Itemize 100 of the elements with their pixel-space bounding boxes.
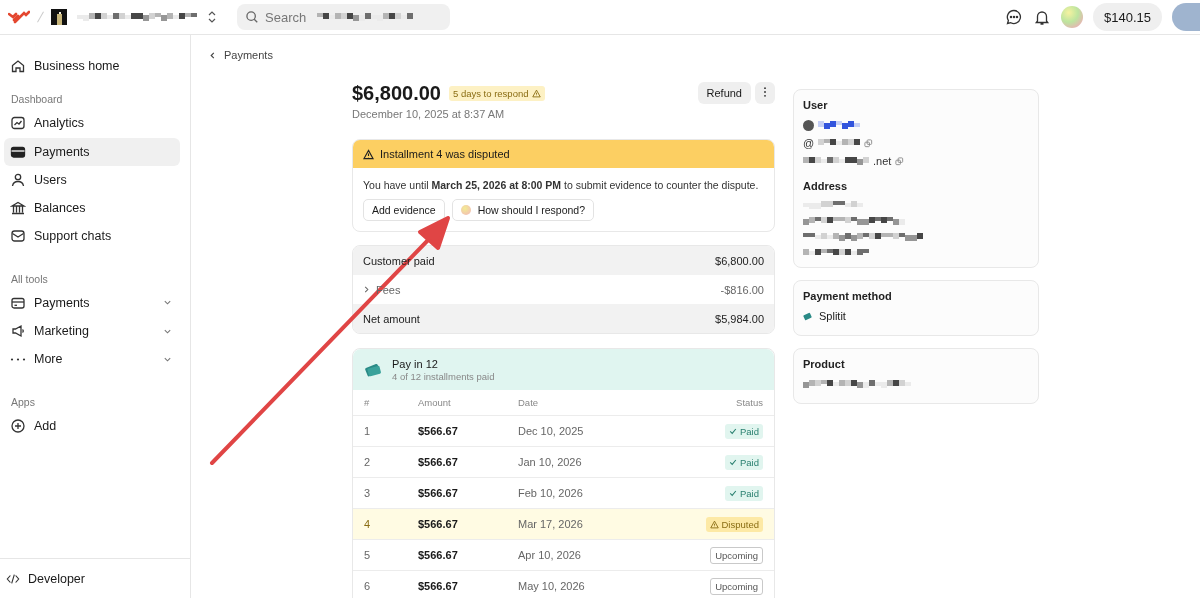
card-title: Product bbox=[803, 358, 846, 370]
sidebar-item[interactable]: Marketing bbox=[4, 317, 180, 346]
organization-icon[interactable] bbox=[51, 9, 67, 25]
copy-icon[interactable] bbox=[864, 138, 874, 148]
sidebar-item[interactable]: More bbox=[4, 345, 180, 374]
dispute-title: Installment 4 was disputed bbox=[380, 148, 510, 160]
sidebar-item[interactable]: Add bbox=[4, 411, 180, 440]
copy-icon[interactable] bbox=[895, 156, 905, 166]
search-bar[interactable]: Search bbox=[237, 4, 450, 30]
search-field[interactable]: Search bbox=[265, 9, 311, 25]
redacted-drawing bbox=[803, 201, 863, 209]
status-badge: Upcoming bbox=[710, 546, 763, 564]
response-badge: 5 days to respond bbox=[449, 86, 545, 101]
table-cell-text: 3 bbox=[364, 487, 372, 499]
sidebar-item[interactable]: Payments bbox=[4, 288, 180, 317]
summary-value: $5,984.00 bbox=[715, 312, 764, 325]
table-cell-text: 4 bbox=[364, 518, 372, 530]
warning-icon bbox=[363, 148, 374, 160]
card-title: User bbox=[803, 99, 829, 111]
table-cell-text: $566.67 bbox=[418, 549, 459, 561]
assistant-icon bbox=[460, 205, 471, 215]
status-badge: Paid bbox=[725, 485, 763, 501]
card-title: Payment method bbox=[803, 290, 893, 302]
chat-icon[interactable] bbox=[1005, 8, 1023, 26]
card-icon bbox=[364, 361, 382, 378]
table-cell-text: $566.67 bbox=[418, 580, 459, 592]
section-title: All tools bbox=[10, 271, 49, 287]
table-cell-text: 5 bbox=[364, 549, 372, 561]
redacted-drawing bbox=[803, 157, 869, 165]
search-icon bbox=[245, 10, 259, 24]
table-cell-text: $566.67 bbox=[418, 456, 459, 468]
chevron-right-icon bbox=[363, 285, 370, 294]
table-cell-text: 6 bbox=[364, 580, 372, 592]
redacted-drawing bbox=[818, 139, 861, 147]
warning-icon bbox=[709, 519, 719, 529]
table-cell-text: $566.67 bbox=[418, 425, 459, 437]
card-icon bbox=[803, 311, 812, 321]
check-icon bbox=[729, 458, 737, 466]
sidebar-item[interactable]: Support chats bbox=[4, 222, 180, 251]
column-header: Date bbox=[518, 397, 540, 408]
table-cell-text: $566.67 bbox=[418, 487, 459, 499]
megaphone-icon bbox=[10, 323, 26, 340]
status-badge: Disputed bbox=[705, 516, 763, 532]
more-icon bbox=[10, 357, 26, 361]
sidebar-item[interactable]: Business home bbox=[4, 52, 180, 80]
redacted-drawing bbox=[803, 249, 869, 257]
plus-icon bbox=[10, 417, 26, 434]
sidebar-item[interactable]: Payments bbox=[4, 137, 180, 166]
bell-icon[interactable] bbox=[1033, 8, 1051, 26]
developer-link[interactable]: Developer bbox=[0, 558, 190, 598]
chevron-left-icon bbox=[209, 50, 216, 60]
payment-date: December 10, 2025 at 8:37 AM bbox=[352, 108, 506, 120]
mail-icon bbox=[10, 228, 26, 245]
logo-icon[interactable] bbox=[8, 10, 30, 24]
section-title: Dashboard bbox=[10, 92, 64, 108]
summary-value: -$816.00 bbox=[720, 283, 764, 296]
dispute-message: You have until March 25, 2026 at 8:00 PM to submit evidence to counter the dispute. bbox=[363, 179, 760, 191]
more-button[interactable] bbox=[755, 82, 775, 104]
add-evidence-button[interactable]: Add evidence bbox=[363, 199, 445, 221]
chevron-updown-icon[interactable] bbox=[207, 10, 217, 24]
breadcrumb-link[interactable]: Payments bbox=[209, 47, 273, 63]
avatar bbox=[803, 119, 814, 131]
table-cell-text: 2 bbox=[364, 456, 372, 468]
chevron-down-icon bbox=[163, 298, 172, 308]
plan-subtitle: 4 of 12 installments paid bbox=[392, 370, 495, 382]
avatar[interactable] bbox=[1172, 3, 1200, 31]
card-title: Address bbox=[803, 180, 849, 192]
table-cell-text: Dec 10, 2025 bbox=[518, 425, 585, 437]
table-cell-text: May 10, 2026 bbox=[518, 580, 586, 592]
status-badge: Paid bbox=[725, 454, 763, 470]
balance-button[interactable]: $140.15 bbox=[1093, 3, 1162, 31]
payment-amount: $6,800.00 bbox=[352, 82, 441, 105]
table-cell-text: Feb 10, 2026 bbox=[518, 487, 584, 499]
home-icon bbox=[10, 58, 26, 74]
refund-button[interactable]: Refund bbox=[697, 82, 751, 104]
bank-icon bbox=[10, 200, 26, 217]
table-cell-text: Apr 10, 2026 bbox=[518, 549, 582, 561]
payment-method-name: Splitit bbox=[819, 310, 846, 322]
status-badge: Paid bbox=[725, 423, 763, 439]
warning-icon bbox=[531, 89, 541, 98]
table-cell-text: Mar 17, 2026 bbox=[518, 518, 584, 530]
check-icon bbox=[729, 427, 737, 435]
table-cell-text: Jan 10, 2026 bbox=[518, 456, 583, 468]
column-header: Status bbox=[735, 397, 763, 408]
sidebar-item[interactable]: Analytics bbox=[4, 109, 180, 138]
status-badge: Upcoming bbox=[710, 577, 763, 595]
section-title: Apps bbox=[10, 394, 36, 410]
table-cell-text: 1 bbox=[364, 425, 372, 437]
user-email: .net bbox=[873, 155, 892, 167]
user-handle: @ bbox=[803, 137, 815, 149]
more-icon bbox=[763, 86, 767, 98]
respond-help-button[interactable]: How should I respond? bbox=[451, 199, 595, 221]
analytics-icon bbox=[10, 115, 26, 132]
summary-label: Net amount bbox=[363, 312, 420, 325]
user-icon bbox=[10, 171, 26, 188]
redacted-drawing bbox=[818, 121, 860, 129]
check-icon bbox=[729, 489, 737, 497]
table-cell-text: $566.67 bbox=[418, 518, 459, 530]
sidebar-item[interactable]: Users bbox=[4, 165, 180, 194]
sidebar-item[interactable]: Balances bbox=[4, 194, 180, 223]
